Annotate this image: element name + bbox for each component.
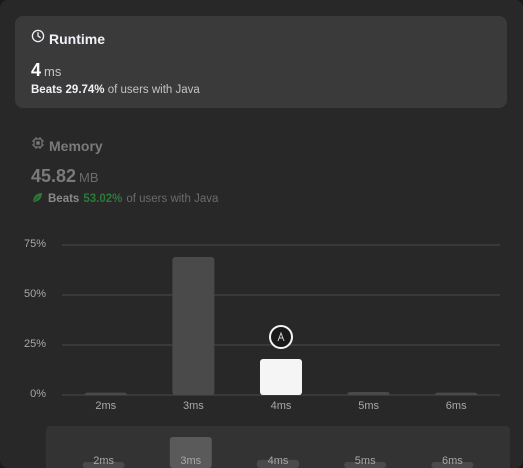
- bar-5ms[interactable]: [347, 392, 390, 395]
- y-tick-label: 25%: [23, 338, 46, 350]
- memory-value: 45.82 MB: [31, 166, 99, 187]
- clock-icon: [31, 29, 45, 48]
- y-tick-label: 50%: [23, 288, 46, 300]
- runtime-unit: ms: [44, 64, 62, 79]
- bar-6ms[interactable]: [435, 392, 478, 395]
- chart-canvas[interactable]: [0, 225, 523, 425]
- memory-beats-percent: 53.02%: [83, 193, 123, 205]
- runtime-beats: Beats 29.74% of users with Java: [31, 84, 200, 96]
- runtime-card[interactable]: Runtime 4 ms Beats 29.74% of users with J…: [15, 16, 507, 108]
- memory-title: Memory: [49, 137, 103, 154]
- avatar-pin-icon[interactable]: [269, 325, 293, 349]
- scrubber-label: 5ms: [354, 455, 376, 467]
- x-tick-label: 5ms: [358, 400, 379, 412]
- runtime-distribution-chart[interactable]: 0% 25% 50% 75% 2ms 3ms 4ms 5ms 6ms: [0, 225, 523, 425]
- scrubber-label: 3ms: [180, 455, 202, 467]
- submission-result-panel: Runtime 4 ms Beats 29.74% of users with J…: [0, 0, 523, 468]
- memory-beats-prefix: Beats: [48, 193, 80, 205]
- runtime-header: Runtime: [31, 29, 105, 48]
- y-tick-label: 75%: [23, 238, 46, 250]
- scrubber-label: 4ms: [267, 455, 289, 467]
- chart-range-scrubber[interactable]: 2ms 3ms 4ms 5ms 6ms: [46, 426, 510, 468]
- runtime-beats-percent: 29.74%: [65, 84, 105, 96]
- scrubber-label: 2ms: [93, 455, 114, 467]
- memory-beats-suffix: of users with Java: [126, 193, 219, 205]
- memory-beats: Beats 53.02% of users with Java: [31, 191, 218, 207]
- runtime-beats-suffix: of users with Java: [107, 84, 200, 96]
- scrubber-label: 6ms: [442, 455, 463, 467]
- chip-icon: [31, 136, 45, 155]
- bar-2ms[interactable]: [84, 392, 127, 395]
- memory-unit: MB: [79, 170, 99, 185]
- x-tick-label: 3ms: [183, 400, 204, 412]
- x-tick-label: 6ms: [445, 400, 467, 412]
- memory-header[interactable]: Memory: [31, 136, 103, 155]
- runtime-value: 4 ms: [31, 60, 61, 81]
- bar-4ms[interactable]: [260, 359, 302, 395]
- runtime-beats-prefix: Beats: [31, 84, 63, 96]
- y-tick-label: 0%: [30, 388, 46, 400]
- x-tick-label: 4ms: [270, 400, 292, 412]
- runtime-title: Runtime: [49, 30, 105, 47]
- memory-number: 45.82: [31, 166, 77, 186]
- bar-3ms[interactable]: [172, 257, 215, 395]
- leaf-icon: [31, 191, 44, 207]
- x-tick-label: 2ms: [95, 400, 117, 412]
- runtime-number: 4: [31, 60, 42, 80]
